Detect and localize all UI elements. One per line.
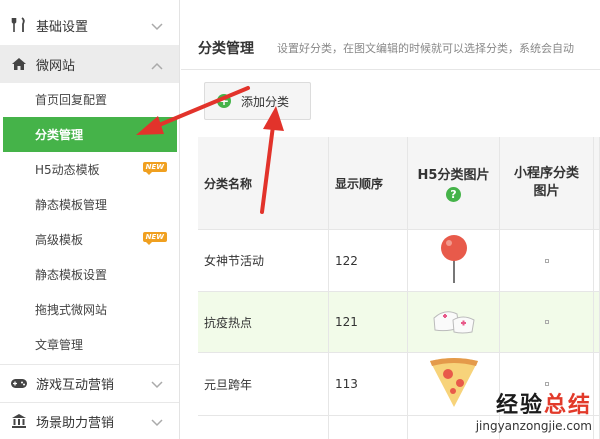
sidebar-item-label: 文章管理 (35, 338, 84, 352)
cell-h5-image (408, 292, 500, 352)
sidebar-section-label: 游戏互动营销 (36, 377, 115, 393)
cell-order (329, 416, 408, 439)
sidebar-section-scene-marketing[interactable]: 场景助力营销 (0, 402, 179, 439)
empty-image-placeholder (544, 320, 549, 324)
sidebar-item-category-management[interactable]: 分类管理 (3, 117, 177, 152)
table-header: 分类名称 显示顺序 H5分类图片 ? 小程序分类 图片 (198, 137, 600, 230)
cell-name: 元旦跨年 (198, 353, 329, 415)
cell-extra (594, 230, 600, 291)
header-h5-image: H5分类图片 (417, 168, 490, 183)
sidebar-item-advanced-template[interactable]: 高级模板 NEW (0, 222, 179, 257)
header-mini-image-line1: 小程序分类 (513, 166, 579, 181)
sidebar-section-micro-site[interactable]: 微网站 (0, 45, 179, 83)
cell-order: 122 (329, 230, 408, 291)
table-row[interactable]: 女神节活动 122 (198, 230, 600, 292)
add-category-button[interactable]: + 添加分类 (204, 82, 311, 120)
cell-mini-image (500, 292, 594, 352)
empty-image-placeholder (544, 382, 549, 386)
sidebar-item-h5-dynamic-template[interactable]: H5动态模板 NEW (0, 152, 179, 187)
sidebar-item-label: 高级模板 (35, 233, 84, 247)
sidebar-section-basic-settings[interactable]: 基础设置 (0, 6, 179, 44)
header-cell: H5分类图片 ? (408, 137, 500, 229)
header-mini-image-line2: 图片 (533, 184, 560, 199)
sidebar-section-label: 基础设置 (36, 19, 89, 35)
chevron-down-icon (151, 378, 163, 393)
cell-order: 121 (329, 292, 408, 352)
sidebar-section-game-marketing[interactable]: 游戏互动营销 (0, 364, 179, 402)
pushpin-icon (437, 233, 471, 288)
add-category-label: 添加分类 (241, 94, 290, 109)
chevron-down-icon (151, 416, 163, 431)
cell-h5-image (408, 230, 500, 291)
sidebar-section-label: 微网站 (36, 58, 76, 74)
page-description: 设置好分类，在图文编辑的时候就可以选择分类，系统会自动 (277, 42, 574, 55)
sidebar-item-label: 首页回复配置 (35, 93, 108, 107)
cell-extra (594, 353, 600, 415)
pizza-icon (428, 357, 480, 412)
gamepad-icon (10, 374, 28, 392)
header-order: 显示顺序 (335, 176, 384, 191)
header-cell (594, 137, 600, 229)
cell-name: 女神节活动 (198, 230, 329, 291)
category-order: 122 (335, 253, 358, 268)
category-order: 121 (335, 315, 358, 329)
header-cell: 显示顺序 (329, 137, 408, 229)
sidebar-item-label: 分类管理 (35, 128, 84, 142)
category-name: 元旦跨年 (204, 377, 253, 392)
watermark-url: jingyanzongjie.com (475, 419, 592, 433)
new-badge: NEW (142, 162, 167, 175)
sidebar-item-label: 静态模板管理 (35, 198, 108, 212)
new-badge: NEW (142, 232, 167, 245)
sidebar-item-label: 拖拽式微网站 (35, 303, 108, 317)
watermark: 经验总结 jingyanzongjie.com (476, 387, 592, 433)
page-title: 分类管理 (198, 41, 254, 57)
divider (181, 69, 600, 70)
sidebar-item-static-template-settings[interactable]: 静态模板设置 (0, 257, 179, 292)
plus-icon: + (217, 94, 231, 108)
header-name: 分类名称 (204, 176, 253, 191)
cell-extra (594, 292, 600, 352)
tools-icon (10, 16, 28, 34)
main-content: 分类管理 设置好分类，在图文编辑的时候就可以选择分类，系统会自动 + 添加分类 … (181, 0, 600, 439)
category-name: 抗疫热点 (204, 315, 253, 330)
sidebar-item-label: H5动态模板 (35, 163, 100, 177)
chevron-up-icon (151, 59, 163, 74)
sidebar-item-article-management[interactable]: 文章管理 (0, 327, 179, 362)
bank-icon (10, 412, 28, 430)
header-cell: 分类名称 (198, 137, 329, 229)
chevron-down-icon (151, 20, 163, 35)
empty-image-placeholder (544, 258, 549, 263)
sidebar-item-label: 静态模板设置 (35, 268, 108, 282)
cell-mini-image (500, 230, 594, 291)
category-order: 113 (335, 377, 358, 391)
sidebar-item-home-reply[interactable]: 首页回复配置 (0, 82, 179, 117)
table-row[interactable]: 抗疫热点 121 (198, 292, 600, 353)
sidebar-section-label: 场景助力营销 (36, 415, 115, 431)
sidebar-item-static-template-management[interactable]: 静态模板管理 (0, 187, 179, 222)
help-icon[interactable]: ? (446, 187, 461, 202)
sidebar: 基础设置 微网站 首页回复配置 分类管理 H5动态模板 NEW 静态模板管理 高… (0, 0, 180, 439)
category-name: 女神节活动 (204, 254, 265, 268)
sidebar-item-drag-micro-site[interactable]: 拖拽式微网站 (0, 292, 179, 327)
header-cell: 小程序分类 图片 (500, 137, 594, 229)
home-icon (10, 55, 28, 73)
watermark-title: 经验总结 (495, 393, 592, 418)
cell-extra (594, 416, 600, 439)
nurse-cap-icon (431, 306, 477, 339)
cell-order: 113 (329, 353, 408, 415)
cell-name (198, 416, 329, 439)
cell-name: 抗疫热点 (198, 292, 329, 352)
